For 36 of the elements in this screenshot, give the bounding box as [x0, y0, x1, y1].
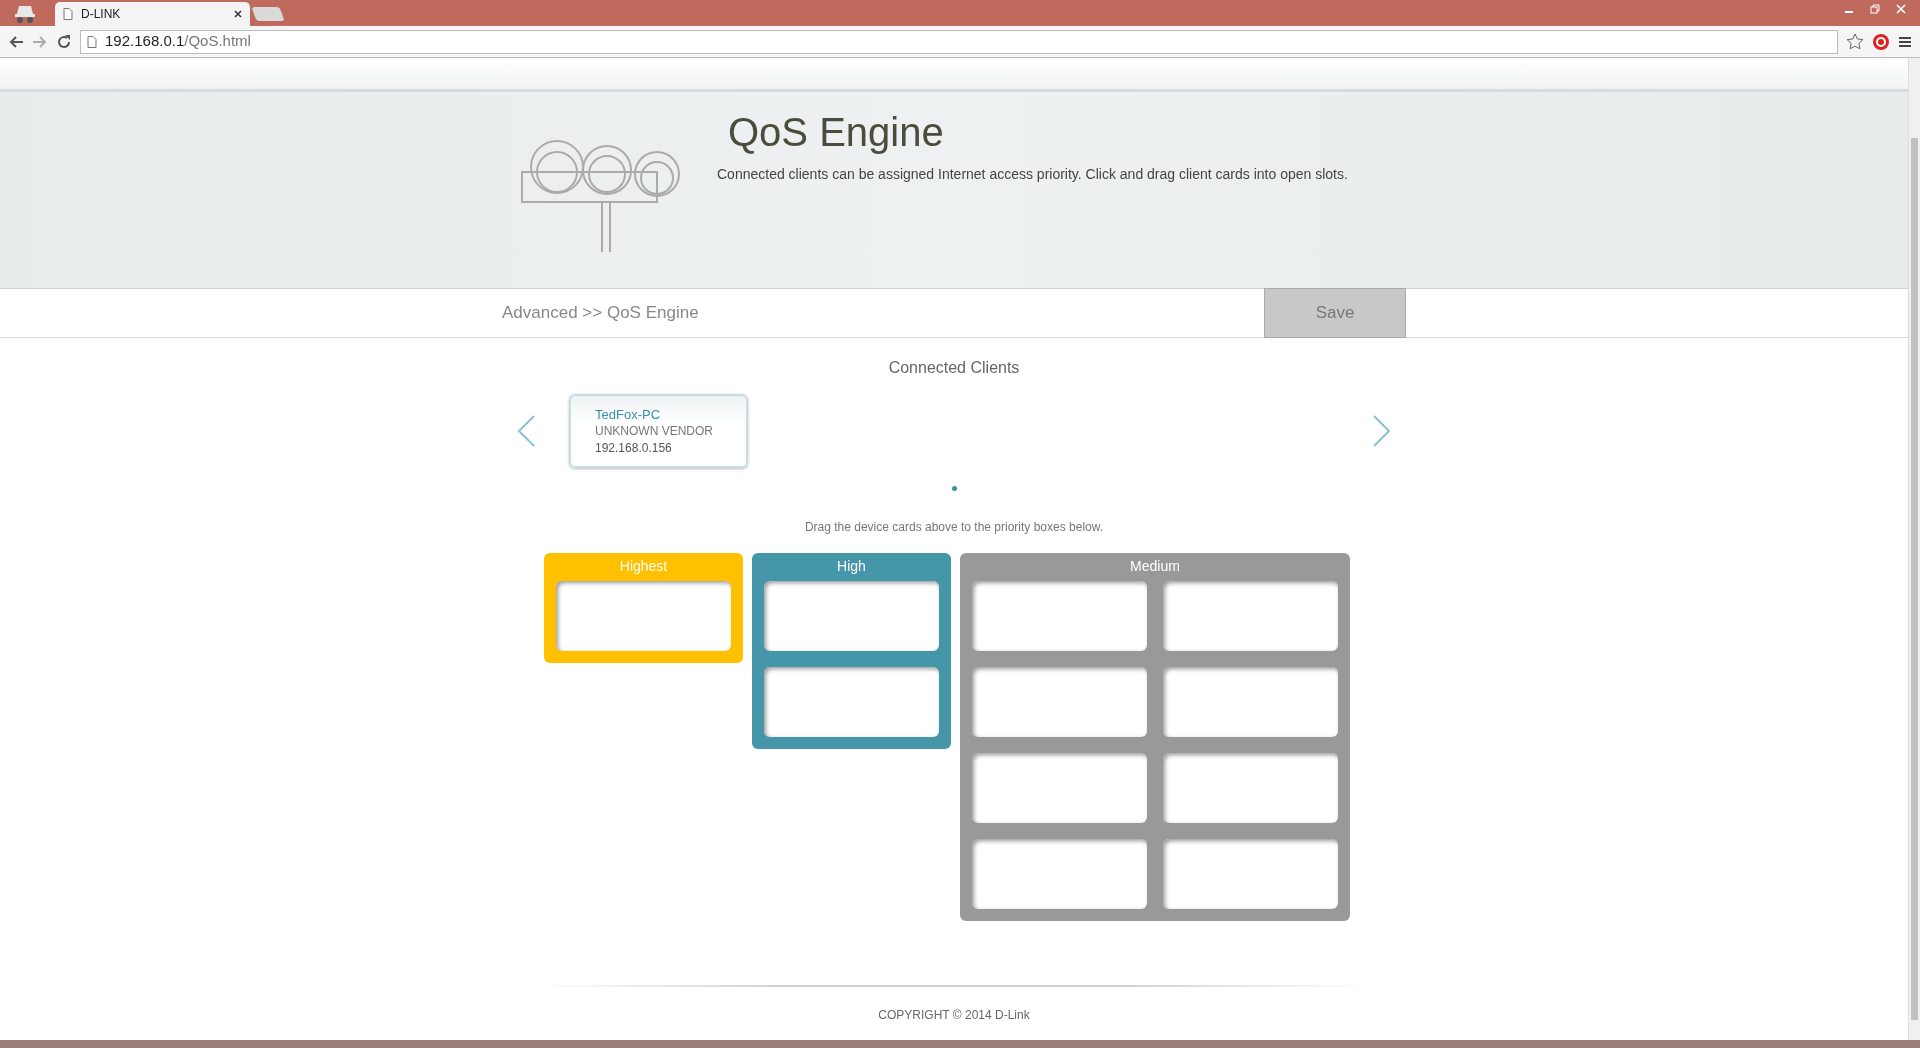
close-icon[interactable]: [234, 10, 242, 18]
new-tab-button[interactable]: [251, 7, 285, 21]
drop-slot[interactable]: [972, 839, 1147, 909]
priority-label: Highest: [618, 557, 669, 575]
reload-icon[interactable]: [56, 33, 72, 50]
forward-icon[interactable]: [32, 34, 48, 49]
client-card[interactable]: TedFox-PC UNKNOWN VENDOR 192.168.0.156: [569, 394, 748, 468]
page-icon: [63, 8, 73, 20]
breadcrumb: Advanced >> QoS Engine: [502, 302, 699, 325]
page-description: Connected clients can be assigned Internet access priority. Click and drag client cards into open slots.: [717, 165, 1348, 184]
drop-slot[interactable]: [764, 667, 939, 737]
drop-slot[interactable]: [972, 581, 1147, 651]
page-dot[interactable]: [951, 486, 957, 491]
drop-slot[interactable]: [1163, 667, 1338, 737]
restore-icon[interactable]: [1870, 4, 1880, 14]
copyright-text: COPYRIGHT © 2014 D-Link: [878, 1007, 1030, 1024]
address-bar[interactable]: 192.168.0.1/QoS.html: [80, 29, 1838, 54]
priority-label: Medium: [1129, 557, 1181, 575]
page-title: QoS Engine: [728, 109, 945, 156]
instruction-text: Drag the device cards above to the priority boxes below.: [804, 519, 1104, 536]
drop-slot[interactable]: [1163, 581, 1338, 651]
drop-slot[interactable]: [764, 581, 939, 651]
star-icon[interactable]: [1846, 32, 1864, 51]
priority-label: High: [836, 557, 867, 575]
section-title: Connected Clients: [888, 358, 1020, 378]
extension-icon[interactable]: [1872, 32, 1890, 51]
previous-arrow[interactable]: [516, 414, 536, 448]
drop-slot[interactable]: [972, 667, 1147, 737]
drop-slot[interactable]: [972, 753, 1147, 823]
menu-icon[interactable]: [1898, 34, 1912, 49]
drop-slot[interactable]: [1163, 753, 1338, 823]
drop-slot[interactable]: [1163, 839, 1338, 909]
scrollbar[interactable]: [1908, 58, 1920, 1040]
back-icon[interactable]: [8, 34, 24, 49]
next-arrow[interactable]: [1372, 414, 1392, 448]
drop-slot[interactable]: [556, 581, 731, 651]
